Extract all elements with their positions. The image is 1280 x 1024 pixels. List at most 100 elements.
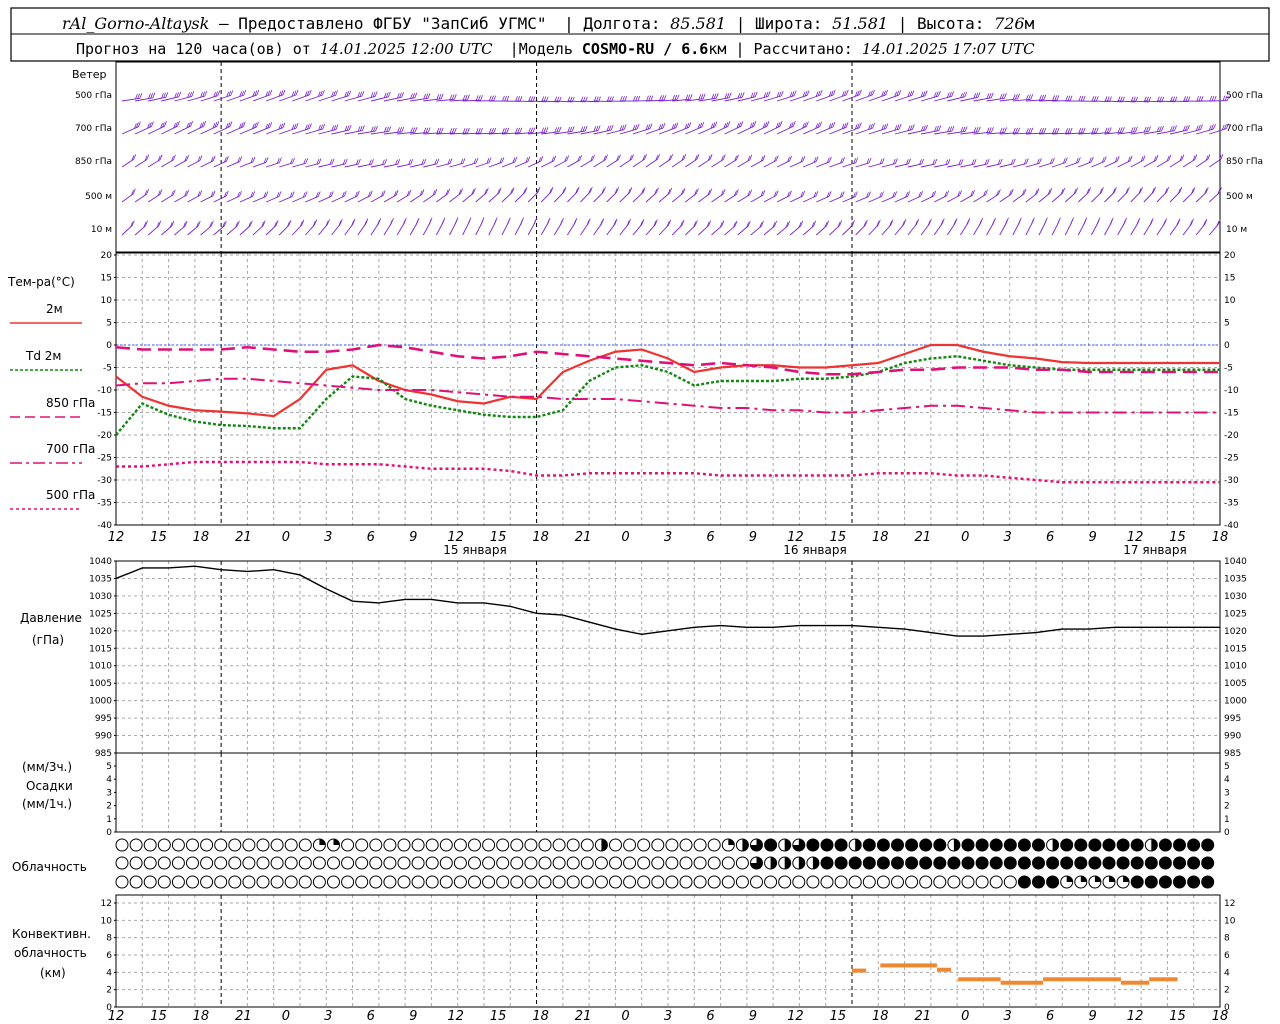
cloud-symbol	[1116, 838, 1130, 852]
wind-barb-flag	[789, 190, 792, 196]
precipitation-title: Осадки	[26, 779, 73, 793]
wind-barb-flag	[988, 127, 992, 133]
x-tick-label: 18	[1212, 530, 1229, 545]
cloud-symbol	[1173, 875, 1186, 889]
cloud-symbol	[891, 856, 904, 870]
wind-barb-flag	[335, 124, 339, 130]
wind-barb-flag	[1044, 219, 1047, 225]
wind-barb-flag	[1039, 94, 1042, 101]
wind-barb-flag	[1143, 126, 1147, 133]
wind-barb-flag	[762, 189, 766, 196]
wind-barb-flag	[975, 126, 979, 133]
wind-barb-flag	[1052, 128, 1055, 134]
wind-barb-flag	[1056, 95, 1060, 101]
station-name: rAl_Gorno-Altaysk	[62, 14, 209, 33]
wind-barb-flag	[427, 93, 431, 99]
wind-barb-flag	[855, 191, 858, 197]
cloud-symbol	[609, 856, 622, 870]
cloud-symbol	[157, 838, 171, 852]
wind-barb-flag	[924, 90, 928, 96]
wind-barb-flag	[199, 190, 203, 196]
latitude-value: 51.581	[832, 14, 888, 33]
x-tick-label: 6	[706, 530, 714, 545]
cloud-symbol	[228, 838, 242, 852]
wind-barb-flag	[1119, 127, 1123, 133]
wind-barb-flag	[449, 94, 453, 100]
wind-barb-flag	[682, 188, 686, 194]
cloud-symbol	[693, 875, 707, 889]
wind-barb-flag	[190, 121, 193, 127]
cloud-symbol	[270, 875, 284, 889]
ytick-right: 5	[1224, 762, 1230, 772]
wind-barb-flag	[908, 158, 911, 164]
forecast-time: 14.01.2025 12:00 UTC	[320, 40, 493, 58]
wind-barb-flag	[815, 156, 819, 162]
wind-barb-flag	[997, 189, 1001, 195]
cloud-symbol	[383, 875, 397, 889]
wind-barb-flag	[689, 94, 693, 100]
wind-barb-flag	[438, 93, 442, 100]
convective-title-1: Конвективн.	[12, 927, 91, 941]
cloud-symbol-fill	[1080, 876, 1087, 882]
ytick-right: 10	[1224, 916, 1236, 926]
cloud-symbol	[721, 856, 735, 870]
cloud-symbol	[228, 856, 242, 870]
wind-barb-flag	[1082, 95, 1086, 102]
wind-barb-flag	[212, 155, 216, 161]
wind-barb-flag	[453, 127, 457, 134]
wind-barb-flag	[146, 154, 150, 160]
cloud-symbol-fill	[1151, 839, 1158, 851]
cloud-symbol	[157, 856, 171, 870]
ytick-right: 12	[1224, 899, 1235, 909]
ytick-right: 5	[1224, 319, 1230, 329]
wind-barb-flag	[696, 154, 700, 160]
wind-barb-flag	[243, 89, 247, 96]
wind-barb-flag	[152, 92, 156, 98]
wind-barb-flag	[226, 156, 229, 162]
wind-barb-flag	[754, 91, 758, 97]
wind-barb-flag	[1083, 219, 1087, 225]
wind-barb-flag	[135, 93, 138, 100]
cloud-symbol	[1187, 856, 1201, 870]
x-tick-label: 15	[1169, 1009, 1186, 1024]
wind-barb-flag	[322, 89, 325, 96]
wind-barb-flag	[767, 91, 771, 97]
wind-barb-flag	[504, 127, 507, 134]
cloud-title: Облачность	[12, 860, 87, 874]
ytick-left: -20	[97, 431, 112, 441]
x-tick-label: 9	[1088, 1009, 1096, 1024]
wind-barb	[213, 126, 231, 135]
cloud-symbol	[355, 875, 369, 889]
wind-barb-flag	[881, 191, 884, 197]
wind-barb-flag	[462, 158, 466, 164]
wind-barb-flag	[519, 127, 523, 133]
ytick-left: -5	[103, 364, 112, 374]
cloud-symbol	[764, 875, 778, 889]
cloud-symbol	[961, 838, 975, 852]
wind-barb-flag	[947, 126, 950, 132]
wind-barb-flag	[1069, 95, 1073, 101]
wind-barb-flag	[172, 189, 176, 195]
altitude-unit: м	[1025, 14, 1035, 33]
cloud-symbol	[806, 838, 820, 852]
wind-barb-flag	[619, 96, 623, 102]
wind-barb-flag	[938, 90, 941, 97]
wind-barb-flag	[960, 126, 964, 133]
cloud-symbol	[327, 856, 340, 870]
wind-barb-flag	[1194, 154, 1198, 160]
x-tick-label: 9	[1088, 530, 1096, 545]
cloud-symbol	[834, 838, 848, 852]
ytick-right: 0	[1224, 341, 1230, 351]
wind-barb-flag	[410, 158, 414, 165]
wind-barb-flag	[239, 190, 242, 197]
x-tick-label: 21	[235, 1009, 252, 1024]
wind-barb-flag	[517, 127, 521, 134]
wind-barb-flag	[911, 124, 915, 130]
wind-barb-flag	[401, 126, 405, 133]
cloud-symbol	[510, 856, 524, 870]
ytick-left: 990	[95, 732, 112, 742]
cloud-symbol	[171, 875, 185, 889]
ytick-left: 2	[106, 986, 112, 996]
wind-barb-flag	[480, 219, 484, 225]
wind-barb-flag	[1155, 155, 1159, 161]
